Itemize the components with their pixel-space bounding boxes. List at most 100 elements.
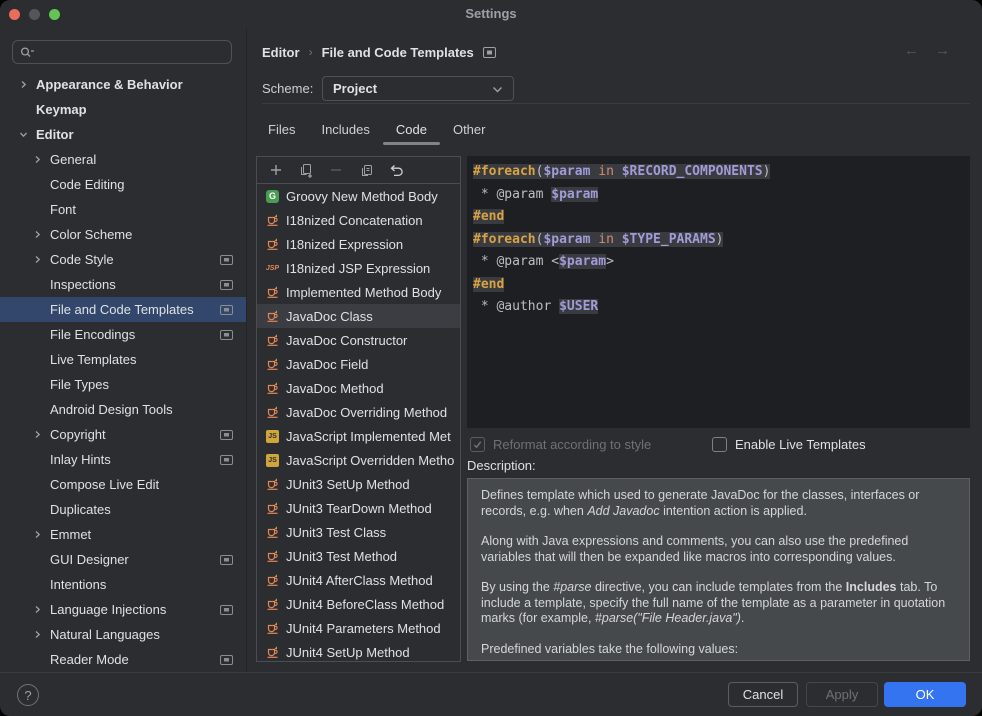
help-button[interactable]: ? [17,684,39,706]
settings-search-field[interactable] [12,40,232,64]
template-item-javascript-implemented-met[interactable]: JSJavaScript Implemented Met [257,424,460,448]
sidebar-item-label: Appearance & Behavior [36,77,183,92]
sidebar-item-code-style[interactable]: Code Style [0,247,246,272]
chevron-right-icon[interactable] [32,255,42,264]
sidebar-item-label: Intentions [50,577,106,592]
template-item-junit3-setup-method[interactable]: JUnit3 SetUp Method [257,472,460,496]
chevron-right-icon[interactable] [18,80,28,89]
sidebar-item-label: GUI Designer [50,552,129,567]
sidebar-item-intentions[interactable]: Intentions [0,572,246,597]
js-icon: JS [265,454,280,467]
sidebar-item-label: Inlay Hints [50,452,111,467]
breadcrumb-page: File and Code Templates [322,45,474,60]
template-list-panel: GGroovy New Method BodyI18nized Concaten… [256,156,461,662]
template-item-label: JUnit3 Test Method [286,549,397,564]
ok-button[interactable]: OK [884,682,966,707]
cancel-button[interactable]: Cancel [728,682,798,707]
tab-other[interactable]: Other [440,117,499,145]
template-item-groovy-new-method-body[interactable]: GGroovy New Method Body [257,184,460,208]
sidebar-item-font[interactable]: Font [0,197,246,222]
template-item-javadoc-method[interactable]: JavaDoc Method [257,376,460,400]
template-item-javadoc-overriding-method[interactable]: JavaDoc Overriding Method [257,400,460,424]
sidebar-item-language-injections[interactable]: Language Injections [0,597,246,622]
template-item-javadoc-field[interactable]: JavaDoc Field [257,352,460,376]
template-item-junit4-afterclass-method[interactable]: JUnit4 AfterClass Method [257,568,460,592]
template-item-javadoc-class[interactable]: JavaDoc Class [257,304,460,328]
template-item-label: JUnit3 Test Class [286,525,386,540]
template-tabs: FilesIncludesCodeOther [255,117,498,145]
sidebar-item-reader-mode[interactable]: Reader Mode [0,647,246,672]
live-templates-checkbox[interactable]: Enable Live Templates [712,437,866,452]
sidebar-item-file-types[interactable]: File Types [0,372,246,397]
sidebar-item-editor[interactable]: Editor [0,122,246,147]
sidebar-item-keymap[interactable]: Keymap [0,97,246,122]
footer: ? Cancel Apply OK [0,672,982,716]
sidebar-item-duplicates[interactable]: Duplicates [0,497,246,522]
template-item-javadoc-constructor[interactable]: JavaDoc Constructor [257,328,460,352]
close-window-icon[interactable] [9,9,20,20]
tab-code[interactable]: Code [383,117,440,145]
forward-icon[interactable]: → [935,42,950,59]
sidebar-item-live-templates[interactable]: Live Templates [0,347,246,372]
copy-icon[interactable] [351,159,381,181]
chevron-right-icon[interactable] [32,530,42,539]
sidebar-item-general[interactable]: General [0,147,246,172]
code-line: #foreach($param in $RECORD_COMPONENTS) [473,161,970,184]
scheme-select[interactable]: Project [322,76,514,101]
java-icon [265,646,280,659]
sidebar-item-file-encodings[interactable]: File Encodings [0,322,246,347]
sidebar-item-gui-designer[interactable]: GUI Designer [0,547,246,572]
template-item-junit4-beforeclass-method[interactable]: JUnit4 BeforeClass Method [257,592,460,616]
sidebar-item-inlay-hints[interactable]: Inlay Hints [0,447,246,472]
tab-files[interactable]: Files [255,117,308,145]
java-icon [265,622,280,635]
add-icon[interactable] [261,159,291,181]
template-item-junit4-setup-method[interactable]: JUnit4 SetUp Method [257,640,460,662]
search-input[interactable] [40,45,224,60]
chevron-right-icon[interactable] [32,630,42,639]
sidebar-item-file-and-code-templates[interactable]: File and Code Templates [0,297,246,322]
template-toolbar [257,157,460,184]
groovy-icon: G [265,190,280,203]
sidebar-item-label: Code Editing [50,177,124,192]
java-icon [265,574,280,587]
sidebar-item-compose-live-edit[interactable]: Compose Live Edit [0,472,246,497]
template-item-junit3-test-class[interactable]: JUnit3 Test Class [257,520,460,544]
sidebar-item-copyright[interactable]: Copyright [0,422,246,447]
breadcrumb-editor[interactable]: Editor [262,45,300,60]
sidebar-item-label: Android Design Tools [50,402,173,417]
sidebar-item-inspections[interactable]: Inspections [0,272,246,297]
sidebar-item-natural-languages[interactable]: Natural Languages [0,622,246,647]
chevron-right-icon[interactable] [32,430,42,439]
description-panel[interactable]: Defines template which used to generate … [467,478,970,661]
description-label: Description: [467,458,536,473]
template-item-i18nized-jsp-expression[interactable]: JSPI18nized JSP Expression [257,256,460,280]
reformat-checkbox[interactable]: Reformat according to style [470,437,651,452]
chevron-down-icon[interactable] [18,130,28,139]
template-item-junit4-parameters-method[interactable]: JUnit4 Parameters Method [257,616,460,640]
chevron-right-icon[interactable] [32,230,42,239]
chevron-right-icon[interactable] [32,605,42,614]
template-item-i18nized-concatenation[interactable]: I18nized Concatenation [257,208,460,232]
revert-icon[interactable] [381,159,411,181]
template-item-label: JUnit3 SetUp Method [286,477,410,492]
chevron-right-icon[interactable] [32,155,42,164]
sidebar-item-appearance-behavior[interactable]: Appearance & Behavior [0,72,246,97]
sidebar-item-color-scheme[interactable]: Color Scheme [0,222,246,247]
template-item-junit3-test-method[interactable]: JUnit3 Test Method [257,544,460,568]
sidebar-item-emmet[interactable]: Emmet [0,522,246,547]
template-item-i18nized-expression[interactable]: I18nized Expression [257,232,460,256]
template-item-javascript-overridden-metho[interactable]: JSJavaScript Overridden Metho [257,448,460,472]
tab-includes[interactable]: Includes [308,117,382,145]
java-icon [265,382,280,395]
back-icon[interactable]: ← [904,42,919,59]
sidebar-item-android-design-tools[interactable]: Android Design Tools [0,397,246,422]
template-item-junit3-teardown-method[interactable]: JUnit3 TearDown Method [257,496,460,520]
sidebar-item-code-editing[interactable]: Code Editing [0,172,246,197]
template-item-label: JavaDoc Method [286,381,384,396]
monitor-icon [220,280,233,290]
template-editor[interactable]: #foreach($param in $RECORD_COMPONENTS) *… [467,156,970,428]
zoom-window-icon[interactable] [49,9,60,20]
template-item-implemented-method-body[interactable]: Implemented Method Body [257,280,460,304]
duplicate-icon[interactable] [291,159,321,181]
